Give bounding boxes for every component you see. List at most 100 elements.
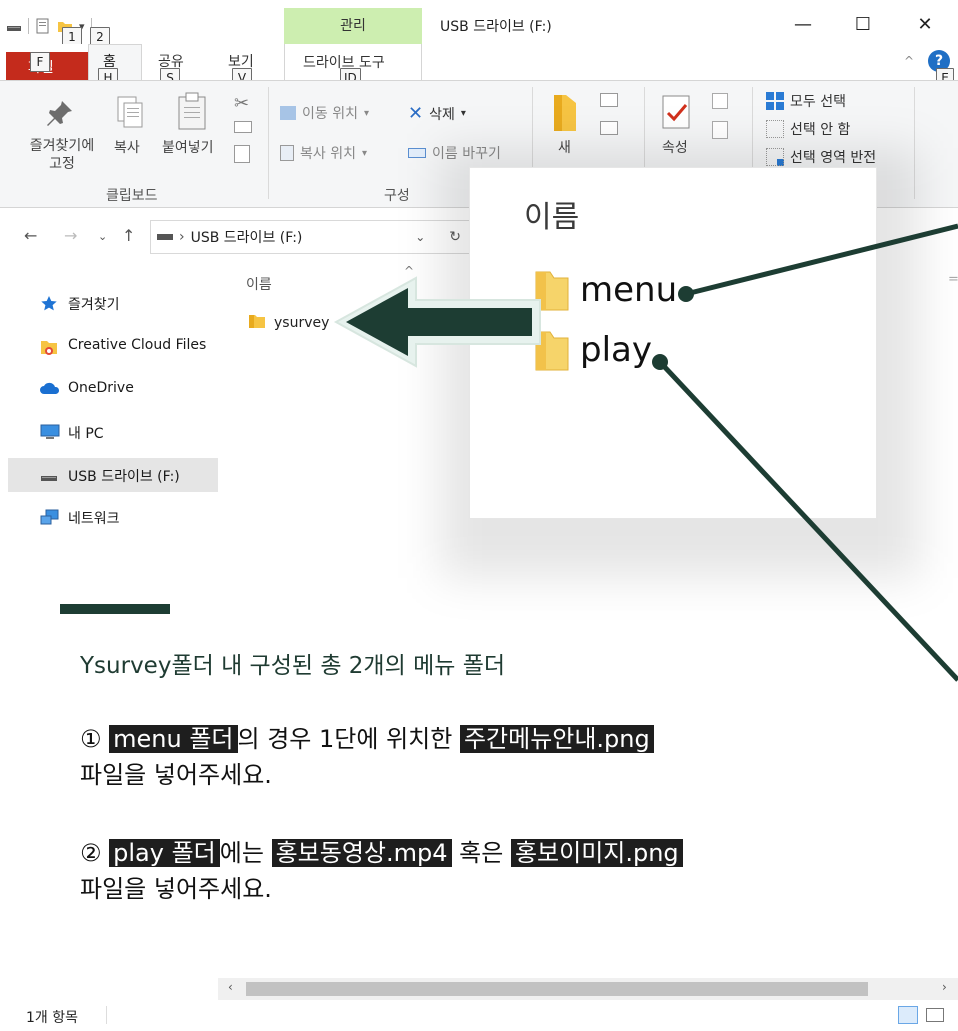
details-view-icon[interactable]	[898, 1006, 918, 1024]
forward-icon[interactable]: →	[64, 226, 77, 245]
open-icon[interactable]	[712, 93, 728, 109]
select-all-label: 모두 선택	[790, 94, 846, 110]
sidebar-item-label: Creative Cloud Files	[68, 337, 207, 353]
highlight-menu-folder: menu 폴더	[109, 725, 238, 753]
sidebar-item-creative-cloud[interactable]: Creative Cloud Files	[8, 329, 218, 363]
item-count: 1개 항목	[26, 1010, 78, 1026]
status-bar: 1개 항목	[0, 1000, 958, 1031]
select-all-icon	[766, 92, 784, 110]
instructions-title: Ysurvey폴더 내 구성된 총 2개의 메뉴 폴더	[80, 653, 506, 679]
properties-check-icon	[662, 95, 692, 135]
highlight-promo-video-file: 홍보동영상.mp4	[271, 839, 452, 867]
list-item[interactable]: ysurvey	[248, 312, 329, 334]
drive-icon	[40, 467, 58, 483]
keytip-file: F	[30, 52, 50, 72]
breadcrumb-chevron-icon: ›	[179, 229, 185, 245]
paste-shortcut-icon[interactable]	[234, 145, 250, 163]
delete-label: 삭제	[429, 106, 455, 123]
chevron-down-icon: ▾	[363, 107, 370, 119]
sidebar-item-label: 즐겨찾기	[68, 297, 120, 313]
status-divider	[106, 1006, 107, 1024]
zoom-column-header: 이름	[524, 200, 580, 235]
zoom-folder-name: menu	[580, 269, 678, 310]
paste-button[interactable]: 붙여넣기	[162, 137, 214, 157]
address-dropdown-icon[interactable]: ⌄	[415, 230, 425, 244]
zoom-folder-play: play	[534, 326, 652, 381]
group-clipboard-label: 클립보드	[106, 188, 158, 204]
sidebar-item-label: 내 PC	[68, 426, 104, 442]
delete-button[interactable]: ✕ 삭제 ▾	[408, 103, 466, 124]
step-number: ②	[80, 839, 102, 867]
select-none-icon	[766, 120, 784, 138]
highlight-weekly-menu-file: 주간메뉴안내.png	[459, 725, 654, 753]
copy-button[interactable]: 복사	[114, 137, 140, 157]
folder-icon	[534, 266, 570, 321]
maximize-button[interactable]: ☐	[840, 10, 886, 40]
sidebar-item-network[interactable]: 네트워크	[8, 500, 218, 534]
address-bar[interactable]: › USB 드라이브 (F:) ⌄ ↻	[150, 220, 470, 254]
move-to-button[interactable]: 이동 위치 ▾	[280, 103, 369, 123]
recent-locations-icon[interactable]: ⌄	[98, 230, 107, 243]
large-icons-view-icon[interactable]	[926, 1008, 944, 1022]
chevron-down-icon: ▾	[361, 147, 368, 159]
highlight-promo-image-file: 홍보이미지.png	[510, 839, 683, 867]
easy-access-icon[interactable]	[600, 121, 618, 135]
window-title: USB 드라이브 (F:)	[440, 19, 552, 35]
group-organize-label: 구성	[384, 188, 410, 204]
properties-icon[interactable]	[35, 18, 51, 34]
copy-to-label: 복사 위치	[300, 146, 356, 162]
highlight-play-folder: play 폴더	[109, 839, 220, 867]
up-icon[interactable]: ↑	[122, 226, 135, 245]
instruction-1: ① menu 폴더 의 경우 1단에 위치한 주간메뉴안내.png	[80, 722, 654, 756]
minimize-button[interactable]: —	[780, 10, 826, 40]
zoom-folder-name: play	[580, 329, 652, 370]
sidebar-item-quick-access[interactable]: 즐겨찾기	[8, 286, 218, 320]
new-item-icon[interactable]	[600, 93, 618, 107]
cut-icon[interactable]: ✂	[234, 93, 249, 114]
copy-path-icon[interactable]	[234, 121, 252, 133]
title-bar: ▾ 1 2 관리 USB 드라이브 (F:) — ☐ ✕	[0, 0, 958, 47]
copy-icon	[114, 93, 148, 137]
edit-icon[interactable]	[712, 121, 728, 139]
scroll-thumb[interactable]	[246, 982, 868, 996]
drive-icon[interactable]	[6, 18, 22, 34]
pin-to-quick-access-button[interactable]: 즐겨찾기에 고정	[16, 137, 108, 173]
column-divider: =	[948, 272, 958, 287]
sidebar-item-label: USB 드라이브 (F:)	[68, 469, 180, 485]
sidebar-item-usb-drive[interactable]: USB 드라이브 (F:)	[8, 458, 218, 492]
folder-icon	[534, 326, 570, 381]
sidebar-item-this-pc[interactable]: 내 PC	[8, 415, 218, 449]
rename-icon	[408, 148, 426, 158]
scroll-left-icon[interactable]: ‹	[228, 980, 233, 994]
monitor-icon	[40, 424, 60, 440]
move-to-icon	[280, 106, 296, 120]
back-icon[interactable]: ←	[24, 226, 37, 245]
sidebar-item-label: OneDrive	[68, 380, 134, 396]
creative-cloud-folder-icon	[40, 338, 58, 355]
new-folder-big-icon	[552, 93, 578, 137]
sort-ascending-icon[interactable]: ^	[404, 264, 414, 278]
network-icon	[40, 509, 59, 525]
select-all-button[interactable]: 모두 선택	[766, 91, 846, 111]
breadcrumb-path[interactable]: USB 드라이브 (F:)	[191, 227, 303, 247]
instruction-text: 에는	[219, 839, 264, 867]
scroll-right-icon[interactable]: ›	[942, 980, 947, 994]
ribbon-tab-bar	[0, 44, 958, 80]
copy-to-icon	[280, 145, 294, 161]
ribbon-collapse-icon[interactable]: ^	[904, 54, 914, 68]
column-header-name[interactable]: 이름	[246, 274, 272, 294]
step-number: ①	[80, 725, 102, 753]
folder-name: ysurvey	[274, 315, 330, 331]
sidebar-item-label: 네트워크	[68, 511, 120, 527]
paste-icon	[176, 91, 210, 137]
drive-icon	[157, 234, 173, 240]
cloud-icon	[40, 381, 60, 397]
folder-icon	[248, 312, 266, 334]
select-none-button[interactable]: 선택 안 함	[766, 119, 850, 139]
sidebar-item-onedrive[interactable]: OneDrive	[8, 372, 218, 406]
horizontal-scrollbar[interactable]: ‹ ›	[218, 978, 958, 1000]
close-button[interactable]: ✕	[902, 10, 948, 40]
instruction-text: 혹은	[459, 839, 504, 867]
copy-to-button[interactable]: 복사 위치 ▾	[280, 143, 367, 163]
chevron-down-icon: ▾	[460, 108, 466, 119]
